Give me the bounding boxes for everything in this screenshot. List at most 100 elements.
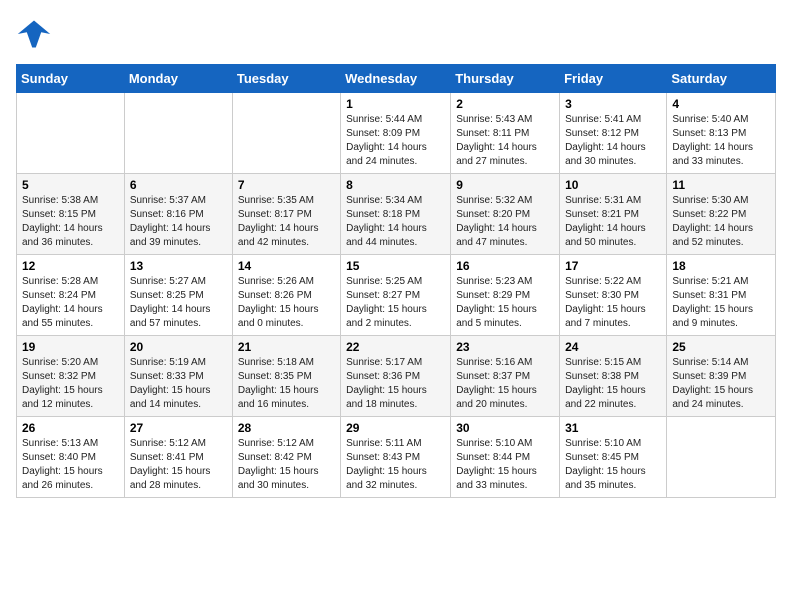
week-row-2: 5 Sunrise: 5:38 AM Sunset: 8:15 PM Daylig… <box>17 174 776 255</box>
day-info: Sunrise: 5:28 AM Sunset: 8:24 PM Dayligh… <box>22 275 119 331</box>
day-number: 17 <box>565 259 661 273</box>
day-cell: 29 Sunrise: 5:11 AM Sunset: 8:43 PM Dayli… <box>341 417 451 498</box>
day-cell: 25 Sunrise: 5:14 AM Sunset: 8:39 PM Dayli… <box>667 336 776 417</box>
day-info: Sunrise: 5:18 AM Sunset: 8:35 PM Dayligh… <box>238 356 335 412</box>
day-cell <box>667 417 776 498</box>
day-info: Sunrise: 5:13 AM Sunset: 8:40 PM Dayligh… <box>22 437 119 493</box>
day-info: Sunrise: 5:12 AM Sunset: 8:42 PM Dayligh… <box>238 437 335 493</box>
day-info: Sunrise: 5:31 AM Sunset: 8:21 PM Dayligh… <box>565 194 661 250</box>
day-cell <box>232 93 340 174</box>
header-sunday: Sunday <box>17 65 125 93</box>
day-number: 26 <box>22 421 119 435</box>
header-thursday: Thursday <box>451 65 560 93</box>
week-row-3: 12 Sunrise: 5:28 AM Sunset: 8:24 PM Dayli… <box>17 255 776 336</box>
day-number: 31 <box>565 421 661 435</box>
day-info: Sunrise: 5:11 AM Sunset: 8:43 PM Dayligh… <box>346 437 445 493</box>
week-row-1: 1 Sunrise: 5:44 AM Sunset: 8:09 PM Daylig… <box>17 93 776 174</box>
day-number: 13 <box>130 259 227 273</box>
page-header <box>16 16 776 52</box>
day-cell: 11 Sunrise: 5:30 AM Sunset: 8:22 PM Dayli… <box>667 174 776 255</box>
day-number: 2 <box>456 97 554 111</box>
day-info: Sunrise: 5:40 AM Sunset: 8:13 PM Dayligh… <box>672 113 770 169</box>
day-cell: 28 Sunrise: 5:12 AM Sunset: 8:42 PM Dayli… <box>232 417 340 498</box>
day-number: 20 <box>130 340 227 354</box>
day-cell: 10 Sunrise: 5:31 AM Sunset: 8:21 PM Dayli… <box>560 174 667 255</box>
day-info: Sunrise: 5:34 AM Sunset: 8:18 PM Dayligh… <box>346 194 445 250</box>
day-info: Sunrise: 5:41 AM Sunset: 8:12 PM Dayligh… <box>565 113 661 169</box>
day-cell: 9Sunrise: 5:32 AM Sunset: 8:20 PM Daylig… <box>451 174 560 255</box>
header-monday: Monday <box>124 65 232 93</box>
day-number: 30 <box>456 421 554 435</box>
day-info: Sunrise: 5:37 AM Sunset: 8:16 PM Dayligh… <box>130 194 227 250</box>
day-number: 22 <box>346 340 445 354</box>
day-info: Sunrise: 5:22 AM Sunset: 8:30 PM Dayligh… <box>565 275 661 331</box>
day-cell: 16 Sunrise: 5:23 AM Sunset: 8:29 PM Dayli… <box>451 255 560 336</box>
day-cell: 22 Sunrise: 5:17 AM Sunset: 8:36 PM Dayli… <box>341 336 451 417</box>
day-number: 29 <box>346 421 445 435</box>
day-info: Sunrise: 5:10 AM Sunset: 8:45 PM Dayligh… <box>565 437 661 493</box>
day-info: Sunrise: 5:21 AM Sunset: 8:31 PM Dayligh… <box>672 275 770 331</box>
day-number: 27 <box>130 421 227 435</box>
day-number: 3 <box>565 97 661 111</box>
day-cell <box>17 93 125 174</box>
day-number: 12 <box>22 259 119 273</box>
logo-icon <box>16 16 52 52</box>
day-cell: 23Sunrise: 5:16 AM Sunset: 8:37 PM Dayli… <box>451 336 560 417</box>
day-cell: 27 Sunrise: 5:12 AM Sunset: 8:41 PM Dayli… <box>124 417 232 498</box>
day-number: 16 <box>456 259 554 273</box>
day-info: Sunrise: 5:17 AM Sunset: 8:36 PM Dayligh… <box>346 356 445 412</box>
day-info: Sunrise: 5:23 AM Sunset: 8:29 PM Dayligh… <box>456 275 554 331</box>
day-info: Sunrise: 5:32 AM Sunset: 8:20 PM Dayligh… <box>456 194 554 250</box>
day-info: Sunrise: 5:19 AM Sunset: 8:33 PM Dayligh… <box>130 356 227 412</box>
day-info: Sunrise: 5:26 AM Sunset: 8:26 PM Dayligh… <box>238 275 335 331</box>
day-info: Sunrise: 5:12 AM Sunset: 8:41 PM Dayligh… <box>130 437 227 493</box>
day-cell: 31 Sunrise: 5:10 AM Sunset: 8:45 PM Dayli… <box>560 417 667 498</box>
day-info: Sunrise: 5:14 AM Sunset: 8:39 PM Dayligh… <box>672 356 770 412</box>
day-cell: 12 Sunrise: 5:28 AM Sunset: 8:24 PM Dayli… <box>17 255 125 336</box>
day-cell: 8 Sunrise: 5:34 AM Sunset: 8:18 PM Daylig… <box>341 174 451 255</box>
day-number: 11 <box>672 178 770 192</box>
day-info: Sunrise: 5:30 AM Sunset: 8:22 PM Dayligh… <box>672 194 770 250</box>
day-cell: 13Sunrise: 5:27 AM Sunset: 8:25 PM Dayli… <box>124 255 232 336</box>
day-cell: 20 Sunrise: 5:19 AM Sunset: 8:33 PM Dayli… <box>124 336 232 417</box>
week-row-4: 19Sunrise: 5:20 AM Sunset: 8:32 PM Dayli… <box>17 336 776 417</box>
day-info: Sunrise: 5:43 AM Sunset: 8:11 PM Dayligh… <box>456 113 554 169</box>
day-cell: 17 Sunrise: 5:22 AM Sunset: 8:30 PM Dayli… <box>560 255 667 336</box>
day-info: Sunrise: 5:44 AM Sunset: 8:09 PM Dayligh… <box>346 113 445 169</box>
day-cell: 14Sunrise: 5:26 AM Sunset: 8:26 PM Dayli… <box>232 255 340 336</box>
day-info: Sunrise: 5:25 AM Sunset: 8:27 PM Dayligh… <box>346 275 445 331</box>
day-cell: 5 Sunrise: 5:38 AM Sunset: 8:15 PM Daylig… <box>17 174 125 255</box>
day-number: 4 <box>672 97 770 111</box>
day-cell: 3 Sunrise: 5:41 AM Sunset: 8:12 PM Daylig… <box>560 93 667 174</box>
header-wednesday: Wednesday <box>341 65 451 93</box>
day-info: Sunrise: 5:10 AM Sunset: 8:44 PM Dayligh… <box>456 437 554 493</box>
day-cell: 24Sunrise: 5:15 AM Sunset: 8:38 PM Dayli… <box>560 336 667 417</box>
day-number: 19 <box>22 340 119 354</box>
day-cell: 19Sunrise: 5:20 AM Sunset: 8:32 PM Dayli… <box>17 336 125 417</box>
day-info: Sunrise: 5:35 AM Sunset: 8:17 PM Dayligh… <box>238 194 335 250</box>
day-cell: 1 Sunrise: 5:44 AM Sunset: 8:09 PM Daylig… <box>341 93 451 174</box>
day-cell: 18 Sunrise: 5:21 AM Sunset: 8:31 PM Dayli… <box>667 255 776 336</box>
day-number: 15 <box>346 259 445 273</box>
header-friday: Friday <box>560 65 667 93</box>
logo <box>16 16 56 52</box>
day-cell: 21Sunrise: 5:18 AM Sunset: 8:35 PM Dayli… <box>232 336 340 417</box>
day-info: Sunrise: 5:38 AM Sunset: 8:15 PM Dayligh… <box>22 194 119 250</box>
day-info: Sunrise: 5:15 AM Sunset: 8:38 PM Dayligh… <box>565 356 661 412</box>
day-number: 18 <box>672 259 770 273</box>
day-cell: 26 Sunrise: 5:13 AM Sunset: 8:40 PM Dayli… <box>17 417 125 498</box>
week-row-5: 26 Sunrise: 5:13 AM Sunset: 8:40 PM Dayli… <box>17 417 776 498</box>
day-number: 10 <box>565 178 661 192</box>
day-cell: 7Sunrise: 5:35 AM Sunset: 8:17 PM Daylig… <box>232 174 340 255</box>
day-number: 1 <box>346 97 445 111</box>
header-tuesday: Tuesday <box>232 65 340 93</box>
day-number: 5 <box>22 178 119 192</box>
calendar-header-row: SundayMondayTuesdayWednesdayThursdayFrid… <box>17 65 776 93</box>
day-cell <box>124 93 232 174</box>
day-number: 25 <box>672 340 770 354</box>
day-info: Sunrise: 5:16 AM Sunset: 8:37 PM Dayligh… <box>456 356 554 412</box>
day-number: 28 <box>238 421 335 435</box>
calendar-table: SundayMondayTuesdayWednesdayThursdayFrid… <box>16 64 776 498</box>
day-number: 8 <box>346 178 445 192</box>
day-cell: 6Sunrise: 5:37 AM Sunset: 8:16 PM Daylig… <box>124 174 232 255</box>
